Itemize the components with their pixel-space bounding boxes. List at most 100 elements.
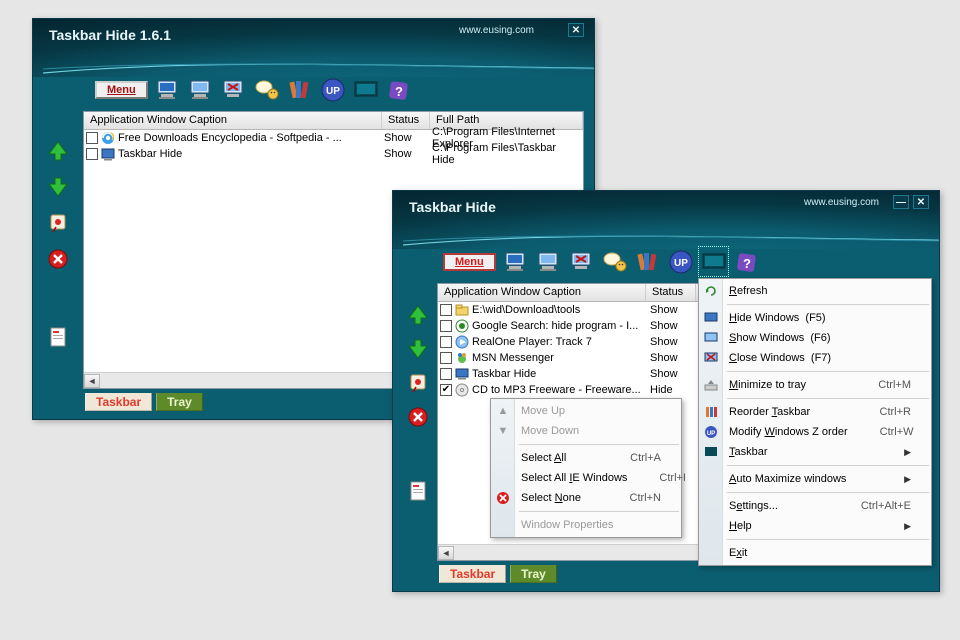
app-icon [100,146,116,162]
cancel-icon [495,490,511,506]
pin-icon[interactable] [46,211,70,235]
help-icon[interactable]: ? [384,75,413,104]
page-icon[interactable] [406,479,430,503]
row-checkbox[interactable]: ✔ [440,384,452,396]
svg-text:?: ? [395,84,403,99]
menu-window-properties[interactable]: Window Properties [491,515,681,535]
cancel-icon[interactable] [46,247,70,271]
row-checkbox[interactable] [86,132,98,144]
books-icon [703,404,719,420]
arrow-up-icon: ▲ [495,403,511,419]
svg-text:UP: UP [674,258,688,269]
toolbar: UP ? [153,75,413,104]
svg-text:?: ? [743,256,751,271]
monitor-close-icon [703,350,719,366]
tab-tray[interactable]: Tray [510,565,557,583]
row-checkbox[interactable] [440,304,452,316]
monitor2-icon[interactable] [186,75,215,104]
web-icon [454,318,470,334]
menu-show-windows[interactable]: Show Windows (F6) [699,328,931,348]
cancel-icon[interactable] [406,405,430,429]
menu-button[interactable]: Menu [443,253,496,271]
pin-icon[interactable] [406,371,430,395]
page-icon[interactable] [46,325,70,349]
real-icon [454,334,470,350]
arrow-down-icon[interactable] [46,175,70,199]
msn-icon [454,350,470,366]
tab-tray[interactable]: Tray [156,393,203,411]
decorative-curve [43,55,594,75]
scroll-left-icon[interactable]: ◄ [438,546,454,560]
sidebar [403,303,433,503]
vendor-url[interactable]: www.eusing.com [804,197,879,208]
menu-reorder-taskbar[interactable]: Reorder TaskbarCtrl+R [699,402,931,422]
arrow-up-icon[interactable] [46,139,70,163]
window-title: Taskbar Hide 1.6.1 [49,27,171,43]
app-icon [454,366,470,382]
row-checkbox[interactable] [440,352,452,364]
up-badge-icon: UP [703,424,719,440]
menu-help-submenu[interactable]: Help▶ [699,516,931,536]
menu-move-up[interactable]: ▲Move Up [491,401,681,421]
row-checkbox[interactable] [440,368,452,380]
screen-icon [703,444,719,460]
menu-taskbar-submenu[interactable]: Taskbar▶ [699,442,931,462]
row-checkbox[interactable] [86,148,98,160]
col-status[interactable]: Status [382,112,430,129]
col-application[interactable]: Application Window Caption [438,284,646,301]
row-checkbox[interactable] [440,320,452,332]
arrow-up-icon[interactable] [406,303,430,327]
monitor-icon[interactable] [501,247,530,276]
up-badge-icon[interactable]: UP [666,247,695,276]
svg-text:UP: UP [326,86,340,97]
menu-select-none[interactable]: Select NoneCtrl+N [491,488,681,508]
menu-select-all[interactable]: Select AllCtrl+A [491,448,681,468]
monitor-icon [703,330,719,346]
arrow-down-icon[interactable] [406,337,430,361]
tab-taskbar[interactable]: Taskbar [85,393,152,411]
monitor-close-icon[interactable] [219,75,248,104]
chat-icon[interactable] [600,247,629,276]
titlebar: Taskbar Hide 1.6.1 www.eusing.com ✕ [33,19,594,77]
arrow-down-icon: ▼ [495,423,511,439]
monitor2-icon[interactable] [534,247,563,276]
close-button[interactable]: ✕ [913,195,929,209]
books-icon[interactable] [285,75,314,104]
screen-icon[interactable] [699,247,728,276]
col-status[interactable]: Status [646,284,696,301]
tab-bar: Taskbar Tray [439,565,557,583]
menu-auto-maximize[interactable]: Auto Maximize windows▶ [699,469,931,489]
tab-taskbar[interactable]: Taskbar [439,565,506,583]
sidebar [43,139,73,349]
menu-button[interactable]: Menu [95,81,148,99]
scroll-left-icon[interactable]: ◄ [84,374,100,388]
menu-refresh[interactable]: Refresh [699,281,931,301]
svg-text:UP: UP [707,431,715,437]
screen-icon[interactable] [351,75,380,104]
decorative-curve [403,227,939,247]
help-icon[interactable]: ? [732,247,761,276]
monitor-icon[interactable] [153,75,182,104]
menu-settings[interactable]: Settings...Ctrl+Alt+E [699,496,931,516]
menu-zorder[interactable]: UPModify Windows Z orderCtrl+W [699,422,931,442]
menu-hide-windows[interactable]: Hide Windows (F5) [699,308,931,328]
menu-minimize-tray[interactable]: Minimize to trayCtrl+M [699,375,931,395]
up-badge-icon[interactable]: UP [318,75,347,104]
books-icon[interactable] [633,247,662,276]
context-menu-row: ▲Move Up ▼Move Down Select AllCtrl+A Sel… [490,398,682,538]
table-row[interactable]: Taskbar Hide Show C:\Program Files\Taskb… [84,146,583,162]
monitor-icon [703,310,719,326]
vendor-url[interactable]: www.eusing.com [459,25,534,36]
row-checkbox[interactable] [440,336,452,348]
close-button[interactable]: ✕ [568,23,584,37]
col-application[interactable]: Application Window Caption [84,112,382,129]
monitor-close-icon[interactable] [567,247,596,276]
menu-exit[interactable]: Exit [699,543,931,563]
chat-icon[interactable] [252,75,281,104]
menu-select-ie[interactable]: Select All IE WindowsCtrl+I [491,468,681,488]
menu-close-windows[interactable]: Close Windows (F7) [699,348,931,368]
toolbar: UP ? [501,247,761,276]
minimize-button[interactable]: — [893,195,909,209]
menu-move-down[interactable]: ▼Move Down [491,421,681,441]
context-menu-main: Refresh Hide Windows (F5) Show Windows (… [698,278,932,566]
